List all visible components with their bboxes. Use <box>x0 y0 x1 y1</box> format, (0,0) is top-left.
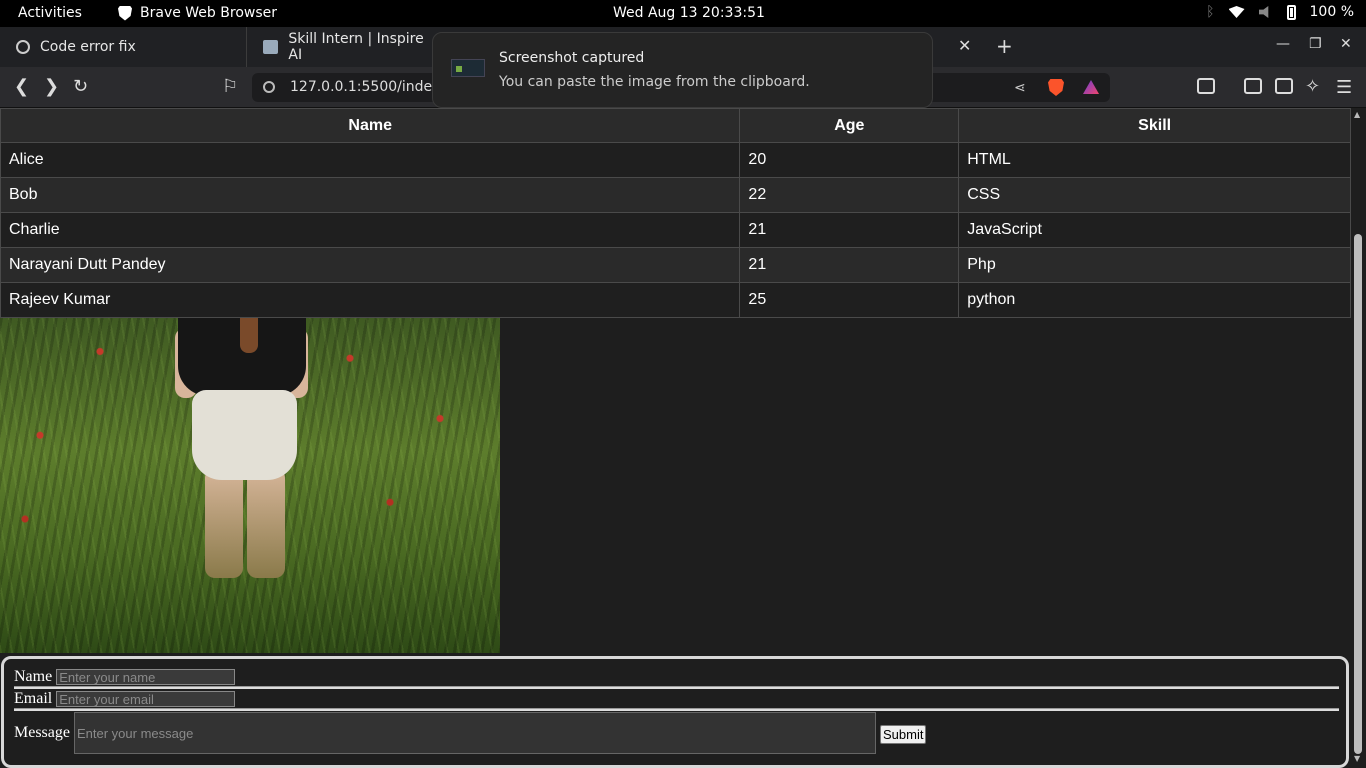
screenshot-tool-icon[interactable] <box>1197 78 1215 94</box>
close-window-icon[interactable]: ✕ <box>1340 36 1352 52</box>
app-name: Brave Web Browser <box>140 5 277 21</box>
divider <box>14 708 1339 711</box>
cell-age: 21 <box>739 212 960 248</box>
notification-body: You can paste the image from the clipboa… <box>499 74 810 90</box>
volume-muted-icon <box>1258 6 1269 18</box>
brave-lion-icon <box>118 5 132 21</box>
name-label: Name <box>14 668 53 685</box>
sidebar-icon[interactable] <box>1244 78 1262 94</box>
bookmark-icon[interactable]: ⚐ <box>222 76 238 97</box>
battery-percentage: 100 % <box>1309 4 1354 20</box>
table-header-row: Name Age Skill <box>0 108 1351 143</box>
message-textarea[interactable] <box>73 712 876 754</box>
column-header: Name <box>0 108 741 143</box>
brave-rewards-icon[interactable] <box>1083 80 1099 94</box>
cell-age: 21 <box>739 247 960 283</box>
menu-icon[interactable]: ☰ <box>1336 77 1352 98</box>
scroll-down-icon[interactable]: ▼ <box>1354 754 1360 763</box>
message-label: Message <box>14 724 70 741</box>
screenshot-notification[interactable]: Screenshot captured You can paste the im… <box>432 32 933 108</box>
new-tab-icon[interactable]: + <box>996 34 1013 58</box>
cell-skill: python <box>958 282 1351 318</box>
cell-name: Narayani Dutt Pandey <box>0 247 741 283</box>
cell-age: 25 <box>739 282 960 318</box>
column-header: Age <box>739 108 960 143</box>
reload-icon[interactable]: ↻ <box>73 76 88 97</box>
table-row: Rajeev Kumar 25 python <box>0 282 1351 318</box>
leo-ai-icon[interactable]: ✧ <box>1305 76 1320 97</box>
cell-skill: JavaScript <box>958 212 1351 248</box>
system-top-bar: Activities Brave Web Browser Wed Aug 13 … <box>0 0 1366 27</box>
photo-leg-left <box>205 468 243 578</box>
submit-button[interactable]: Submit <box>880 725 927 744</box>
page-icon <box>263 40 279 54</box>
openai-icon <box>16 40 30 54</box>
notification-title: Screenshot captured <box>499 50 645 66</box>
tab-code-error-fix[interactable]: Code error fix <box>0 27 245 67</box>
table-row: Narayani Dutt Pandey 21 Php <box>0 247 1351 283</box>
table-row: Alice 20 HTML <box>0 142 1351 178</box>
cell-skill: Php <box>958 247 1351 283</box>
photo-leg-right <box>247 468 285 578</box>
page-scrollbar[interactable]: ▲ ▼ <box>1351 108 1366 768</box>
divider <box>14 686 1339 689</box>
back-icon[interactable]: ❮ <box>14 76 29 97</box>
table-row: Bob 22 CSS <box>0 177 1351 213</box>
wifi-icon <box>1228 6 1245 18</box>
tab-skill-intern[interactable]: Skill Intern | Inspire AI <box>246 27 436 67</box>
message-row: Message <box>14 712 876 754</box>
cell-age: 20 <box>739 142 960 178</box>
url-text: 127.0.0.1:5500/index.h <box>290 79 454 95</box>
bluetooth-icon: ᛒ <box>1206 4 1215 20</box>
page-content: Name Age Skill Alice 20 HTML Bob 22 CSS … <box>0 108 1351 768</box>
wallet-icon[interactable] <box>1275 78 1293 94</box>
photo-girl-in-field <box>0 318 500 653</box>
tab-title: Skill Intern | Inspire AI <box>288 31 424 63</box>
brave-shields-icon[interactable] <box>1048 79 1064 96</box>
cell-skill: HTML <box>958 142 1351 178</box>
minimize-icon[interactable]: — <box>1276 36 1290 52</box>
contact-form: Name Email Message Submit <box>1 656 1349 768</box>
activities-button[interactable]: Activities <box>18 5 82 21</box>
scroll-up-icon[interactable]: ▲ <box>1354 110 1360 119</box>
cell-name: Rajeev Kumar <box>0 282 741 318</box>
tab-title: Code error fix <box>40 39 136 55</box>
email-label: Email <box>14 690 53 707</box>
name-input[interactable] <box>56 669 236 685</box>
battery-icon <box>1286 4 1296 20</box>
cell-name: Bob <box>0 177 741 213</box>
photo-hair <box>240 318 258 353</box>
close-tab-icon[interactable]: ✕ <box>958 36 971 55</box>
students-table: Name Age Skill Alice 20 HTML Bob 22 CSS … <box>0 108 1351 318</box>
maximize-icon[interactable]: ❐ <box>1309 36 1322 52</box>
photo-shorts <box>192 390 297 480</box>
forward-icon[interactable]: ❯ <box>44 76 59 97</box>
email-row: Email <box>14 690 236 708</box>
name-row: Name <box>14 668 236 686</box>
email-input[interactable] <box>56 691 236 707</box>
column-header: Skill <box>958 108 1351 143</box>
screenshot-thumbnail <box>451 59 485 77</box>
system-tray[interactable]: ᛒ 100 % <box>1206 4 1354 20</box>
site-info-icon[interactable] <box>263 81 275 93</box>
cell-name: Charlie <box>0 212 741 248</box>
clock[interactable]: Wed Aug 13 20:33:51 <box>613 5 765 21</box>
app-menu[interactable]: Brave Web Browser <box>118 5 277 21</box>
cell-name: Alice <box>0 142 741 178</box>
share-icon[interactable]: ⋖ <box>1014 80 1026 96</box>
scrollbar-thumb[interactable] <box>1354 234 1362 754</box>
cell-age: 22 <box>739 177 960 213</box>
table-row: Charlie 21 JavaScript <box>0 212 1351 248</box>
cell-skill: CSS <box>958 177 1351 213</box>
